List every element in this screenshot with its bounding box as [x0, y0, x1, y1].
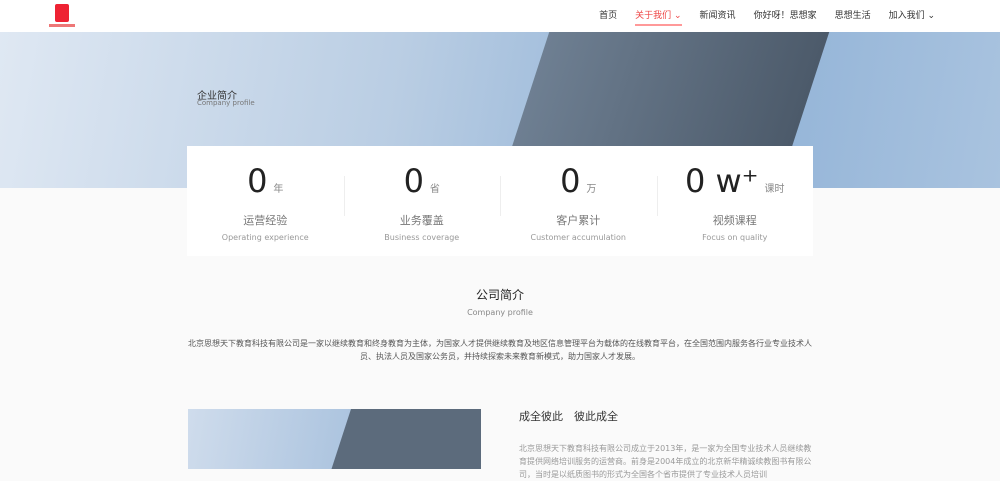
section-title: 公司简介 — [475, 288, 524, 302]
nav-news[interactable]: 新闻资讯 — [691, 0, 745, 32]
stat-label-en: Customer accumulation — [530, 233, 626, 242]
stat-value: 0 — [560, 162, 581, 200]
stat-unit: 省 — [429, 184, 440, 195]
stat-label: 视频课程 — [712, 214, 757, 227]
stat-item: 0 万客户累计 Customer accumulation — [500, 146, 657, 256]
stat-label-en: Operating experience — [221, 233, 309, 242]
stat-unit: 课时 — [764, 184, 785, 195]
section-subtitle: Company profile — [467, 308, 533, 317]
stat-label: 业务覆盖 — [399, 214, 444, 227]
story-text: 北京思想天下教育科技有限公司成立于2013年，是一家为全国专业技术人员继续教育提… — [519, 444, 812, 479]
stat-label-en: Focus on quality — [702, 233, 768, 242]
nav-home[interactable]: 首页 — [590, 0, 626, 32]
stat-label: 客户累计 — [556, 214, 601, 227]
intro-text: 北京思想天下教育科技有限公司是一家以继续教育和终身教育为主体，为国家人才提供继续… — [188, 339, 812, 361]
stat-item: 0 w⁺ 课时视频课程 Focus on quality — [656, 146, 814, 256]
stat-item: 0 省业务覆盖 Business coverage — [343, 146, 501, 256]
stat-item: 0 年运营经验 Operating experience — [187, 146, 344, 256]
stat-value: 0 — [403, 162, 424, 200]
nav-about[interactable]: 关于我们 ⌄ — [626, 0, 690, 32]
nav-thinker[interactable]: 你好呀！思想家 — [745, 0, 826, 32]
stat-unit: 年 — [273, 184, 284, 195]
company-intro: 公司简介 Company profile 北京思想天下教育科技有限公司是一家以继… — [0, 286, 1000, 363]
nav-join[interactable]: 加入我们 ⌄ — [880, 0, 944, 32]
story-title: 成全彼此 彼此成全 — [519, 410, 618, 423]
company-photo — [188, 409, 481, 469]
top-nav: 首页 关于我们 ⌄ 新闻资讯 你好呀！思想家 思想生活 加入我们 ⌄ — [0, 0, 1000, 32]
nav-life[interactable]: 思想生活 — [826, 0, 880, 32]
stat-label: 运营经验 — [243, 214, 288, 227]
stat-unit: 万 — [586, 184, 597, 195]
stat-value: 0 — [247, 162, 268, 200]
hero-subtitle: Company profile — [197, 99, 255, 107]
stat-label-en: Business coverage — [384, 233, 460, 242]
logo[interactable] — [49, 4, 75, 28]
main-menu: 首页 关于我们 ⌄ 新闻资讯 你好呀！思想家 思想生活 加入我们 ⌄ — [590, 0, 944, 32]
stats-panel: 0 年运营经验 Operating experience 0 省业务覆盖 Busines… — [187, 146, 813, 256]
stat-value: 0 w⁺ — [684, 162, 759, 200]
story-block: 成全彼此 彼此成全 北京思想天下教育科技有限公司成立于2013年，是一家为全国专… — [519, 408, 814, 481]
